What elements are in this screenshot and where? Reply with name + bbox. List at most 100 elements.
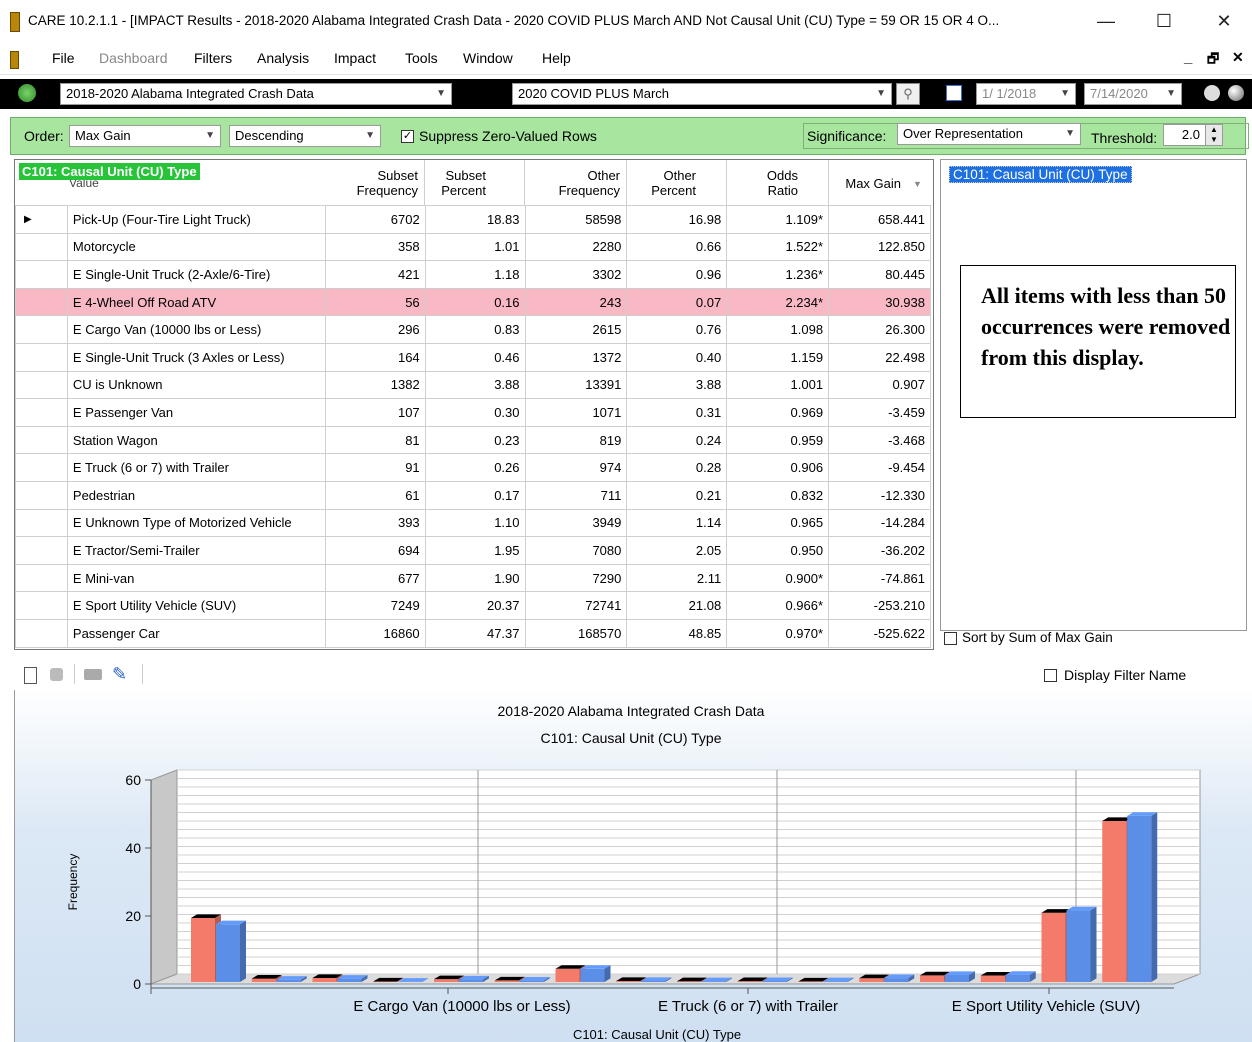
other-frequency-cell[interactable]: 7290 (524, 563, 628, 593)
other-percent-cell[interactable]: 0.24 (626, 425, 728, 455)
subset-frequency-cell[interactable]: 16860 (324, 618, 426, 648)
row-selector[interactable] (15, 425, 68, 455)
odds-ratio-cell[interactable]: 1.109* (726, 205, 830, 234)
value-cell[interactable]: E Cargo Van (10000 lbs or Less) (66, 315, 326, 344)
other-frequency-cell[interactable]: 72741 (524, 591, 628, 620)
value-cell[interactable]: E Single-Unit Truck (3 Axles or Less) (66, 342, 326, 372)
table-row[interactable]: E Unknown Type of Motorized Vehicle 393 1.… (15, 508, 931, 538)
other-percent-cell[interactable]: 2.05 (626, 536, 728, 565)
row-selector[interactable] (15, 232, 68, 262)
subset-percent-cell[interactable]: 0.83 (424, 315, 526, 344)
max-gain-cell[interactable]: 0.907 (828, 370, 931, 400)
other-percent-cell[interactable]: 16.98 (626, 205, 728, 234)
table-row[interactable]: E Sport Utility Vehicle (SUV) 7249 20.37 72… (15, 591, 931, 620)
subset-percent-cell[interactable]: 1.10 (424, 508, 526, 538)
odds-ratio-cell[interactable]: 0.950 (726, 536, 830, 565)
max-gain-cell[interactable]: 26.300 (828, 315, 931, 344)
subset-percent-cell[interactable]: 0.46 (424, 342, 526, 372)
other-percent-cell[interactable]: 0.40 (626, 342, 728, 372)
mdi-close-button[interactable]: ✕ (1232, 49, 1244, 66)
other-percent-cell[interactable]: 0.66 (626, 232, 728, 262)
max-gain-cell[interactable]: -14.284 (828, 508, 931, 538)
other-percent-cell[interactable]: 0.96 (626, 260, 728, 289)
copy-icon[interactable] (50, 668, 63, 681)
filter-funnel-icon[interactable]: ⚲ (896, 83, 920, 105)
subset-percent-cell[interactable]: 0.30 (424, 398, 526, 427)
mdi-minimize-button[interactable]: _ (1184, 49, 1192, 66)
row-selector[interactable] (15, 398, 68, 427)
other-percent-cell[interactable]: 0.07 (626, 287, 728, 317)
other-percent-cell[interactable]: 21.08 (626, 591, 728, 620)
col-subset-percent[interactable]: Subset Percent (425, 160, 525, 205)
subset-percent-cell[interactable]: 0.23 (424, 425, 526, 455)
other-frequency-cell[interactable]: 2615 (524, 315, 628, 344)
menu-impact[interactable]: Impact (334, 50, 376, 66)
subset-percent-cell[interactable]: 0.17 (424, 480, 526, 510)
mdi-app-icon[interactable] (10, 51, 19, 69)
clipboard-icon[interactable] (24, 667, 37, 684)
sort-by-gain-checkbox[interactable] (944, 632, 957, 645)
subset-frequency-cell[interactable]: 1382 (324, 370, 426, 400)
max-gain-cell[interactable]: -3.459 (828, 398, 931, 427)
max-gain-cell[interactable]: -9.454 (828, 453, 931, 482)
max-gain-cell[interactable]: -74.861 (828, 563, 931, 593)
subset-percent-cell[interactable]: 1.18 (424, 260, 526, 289)
odds-ratio-cell[interactable]: 0.959 (726, 425, 830, 455)
odds-ratio-cell[interactable]: 1.522* (726, 232, 830, 262)
col-odds-ratio[interactable]: Odds Ratio (727, 160, 829, 205)
odds-ratio-cell[interactable]: 0.832 (726, 480, 830, 510)
subset-percent-cell[interactable]: 0.16 (424, 287, 526, 317)
filter-select[interactable]: 2020 COVID PLUS March ▼ (512, 83, 892, 105)
other-frequency-cell[interactable]: 243 (524, 287, 628, 317)
max-gain-cell[interactable]: 658.441 (828, 205, 931, 234)
sort-desc-icon[interactable]: ▼ (913, 179, 922, 189)
menu-filters[interactable]: Filters (194, 50, 232, 66)
other-percent-cell[interactable]: 0.76 (626, 315, 728, 344)
close-button[interactable]: ✕ (1204, 6, 1244, 36)
value-cell[interactable]: Station Wagon (66, 425, 326, 455)
order-select[interactable]: Max Gain ▼ (69, 125, 221, 147)
row-selector[interactable] (15, 591, 68, 620)
subset-percent-cell[interactable]: 18.83 (424, 205, 526, 234)
subset-percent-cell[interactable]: 1.90 (424, 563, 526, 593)
minimize-button[interactable]: — (1086, 6, 1126, 36)
other-frequency-cell[interactable]: 3949 (524, 508, 628, 538)
table-row[interactable]: E Passenger Van 107 0.30 1071 0.31 0.969 -3.45… (15, 398, 931, 427)
value-cell[interactable]: E Unknown Type of Motorized Vehicle (66, 508, 326, 538)
odds-ratio-cell[interactable]: 1.236* (726, 260, 830, 289)
subset-frequency-cell[interactable]: 6702 (324, 205, 426, 234)
table-row[interactable]: Motorcycle 358 1.01 2280 0.66 1.522* 122.850 (15, 232, 931, 262)
table-row[interactable]: E Tractor/Semi-Trailer 694 1.95 7080 2.05 0.9… (15, 536, 931, 565)
subset-percent-cell[interactable]: 0.26 (424, 453, 526, 482)
maximize-button[interactable]: ☐ (1144, 6, 1184, 36)
other-percent-cell[interactable]: 3.88 (626, 370, 728, 400)
odds-ratio-cell[interactable]: 0.906 (726, 453, 830, 482)
subset-frequency-cell[interactable]: 7249 (324, 591, 426, 620)
value-cell[interactable]: E Passenger Van (66, 398, 326, 427)
odds-ratio-cell[interactable]: 0.900* (726, 563, 830, 593)
value-cell[interactable]: E Tractor/Semi-Trailer (66, 536, 326, 565)
menu-window[interactable]: Window (463, 50, 513, 66)
subset-percent-cell[interactable]: 1.01 (424, 232, 526, 262)
row-selector[interactable] (15, 260, 68, 289)
table-row[interactable]: E Mini-van 677 1.90 7290 2.11 0.900* -74.861 (15, 563, 931, 593)
info-icon[interactable] (1204, 85, 1220, 101)
value-cell[interactable]: E Mini-van (66, 563, 326, 593)
subset-percent-cell[interactable]: 20.37 (424, 591, 526, 620)
odds-ratio-cell[interactable]: 0.966* (726, 591, 830, 620)
odds-ratio-cell[interactable]: 0.970* (726, 618, 830, 648)
subset-frequency-cell[interactable]: 61 (324, 480, 426, 510)
row-selector[interactable] (15, 453, 68, 482)
table-row[interactable]: E 4-Wheel Off Road ATV 56 0.16 243 0.07 2.234… (15, 287, 931, 317)
col-other-percent[interactable]: Other Percent (627, 160, 727, 205)
subset-frequency-cell[interactable]: 358 (324, 232, 426, 262)
subset-frequency-cell[interactable]: 694 (324, 536, 426, 565)
menu-analysis[interactable]: Analysis (257, 50, 309, 66)
subset-frequency-cell[interactable]: 107 (324, 398, 426, 427)
other-frequency-cell[interactable]: 974 (524, 453, 628, 482)
odds-ratio-cell[interactable]: 1.098 (726, 315, 830, 344)
other-frequency-cell[interactable]: 1071 (524, 398, 628, 427)
display-filter-checkbox[interactable] (1044, 669, 1057, 682)
subset-frequency-cell[interactable]: 56 (324, 287, 426, 317)
value-cell[interactable]: E Sport Utility Vehicle (SUV) (66, 591, 326, 620)
